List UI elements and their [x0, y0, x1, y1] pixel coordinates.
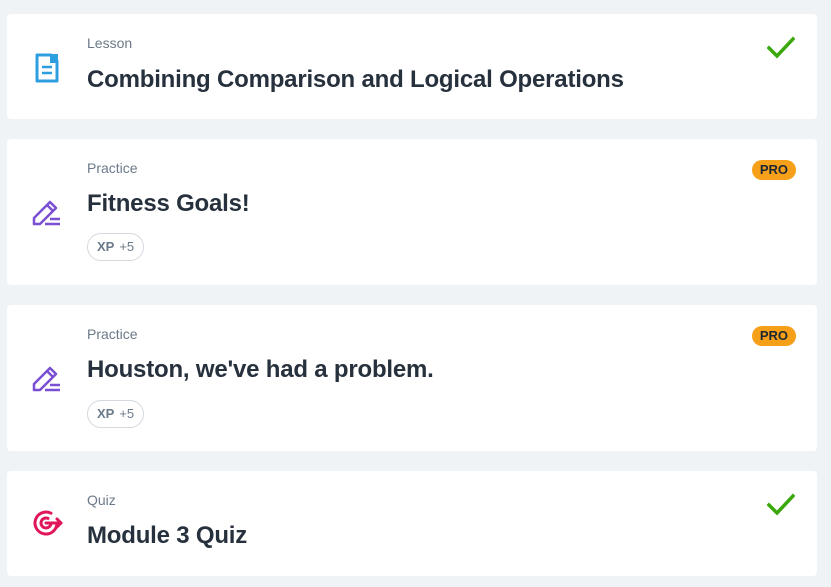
- item-type-label: Practice: [87, 160, 138, 176]
- xp-label: XP: [97, 239, 115, 254]
- item-title[interactable]: Combining Comparison and Logical Operati…: [87, 65, 624, 95]
- item-type-label: Practice: [87, 326, 138, 342]
- xp-pill: XP +5: [87, 233, 145, 261]
- pro-badge: PRO: [751, 160, 796, 180]
- lesson-document-icon: [31, 52, 63, 84]
- pencil-icon: [31, 195, 63, 227]
- lesson-card[interactable]: Lesson Combining Comparison and Logical …: [7, 14, 817, 119]
- pencil-icon: [31, 361, 63, 393]
- item-title[interactable]: Fitness Goals!: [87, 189, 250, 219]
- xp-pill: XP +5: [87, 400, 145, 428]
- xp-value: +5: [119, 239, 135, 254]
- item-type-label: Quiz: [87, 492, 116, 508]
- xp-value: +5: [119, 406, 135, 421]
- practice-card[interactable]: Practice Houston, we've had a problem. P…: [7, 305, 817, 451]
- practice-card[interactable]: Practice Fitness Goals! PRO XP +5: [7, 139, 817, 285]
- item-title[interactable]: Module 3 Quiz: [87, 521, 247, 551]
- pro-badge: PRO: [751, 326, 796, 346]
- item-title[interactable]: Houston, we've had a problem.: [87, 355, 434, 385]
- checkmark-icon: [767, 493, 795, 517]
- checkmark-icon: [767, 36, 795, 60]
- xp-label: XP: [97, 406, 115, 421]
- target-icon: [31, 507, 63, 539]
- quiz-card[interactable]: Quiz Module 3 Quiz: [7, 471, 817, 576]
- item-type-label: Lesson: [87, 35, 133, 51]
